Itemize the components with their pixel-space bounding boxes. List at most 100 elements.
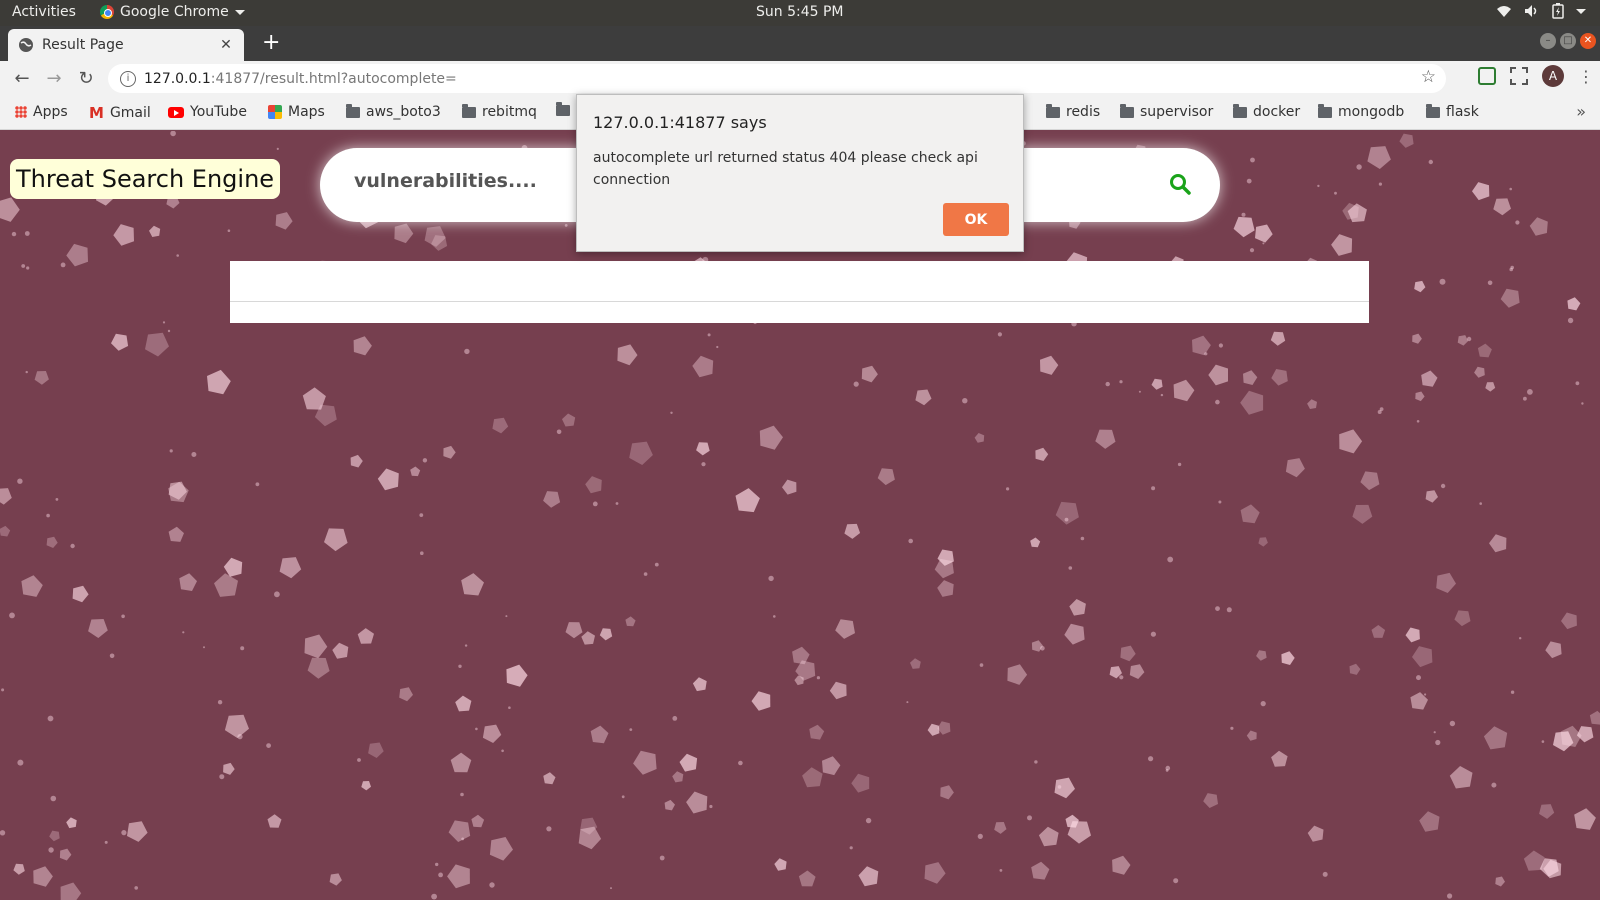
background-dot	[1218, 500, 1222, 504]
folder-icon	[462, 104, 476, 118]
background-pentagon	[1421, 370, 1438, 387]
menu-kebab-icon[interactable]: ⋮	[1578, 67, 1594, 86]
bookmark-redis[interactable]: redis	[1046, 104, 1100, 120]
background-dot	[17, 478, 23, 484]
background-dot	[1487, 280, 1493, 286]
bookmark-maps[interactable]: Maps	[268, 104, 325, 120]
tab-result-page[interactable]: Result Page ✕	[8, 29, 244, 61]
background-dot	[1435, 739, 1441, 746]
background-dot	[17, 759, 24, 766]
bookmark-youtube[interactable]: YouTube	[168, 104, 247, 120]
background-pentagon	[66, 243, 88, 267]
bookmark-gmail[interactable]: M Gmail	[89, 104, 151, 122]
background-pentagon	[565, 622, 583, 639]
address-bar[interactable]: i 127.0.0.1:41877/result.html?autocomple…	[108, 64, 1446, 93]
maximize-button[interactable]: □	[1560, 33, 1576, 49]
bookmark-apps[interactable]: Apps	[15, 104, 68, 120]
background-dot	[977, 833, 983, 840]
bookmark-label: rebitmq	[482, 104, 537, 120]
background-dot	[1416, 675, 1421, 681]
bookmark-mongodb[interactable]: mongodb	[1318, 104, 1404, 120]
background-dot	[1466, 336, 1472, 342]
background-pentagon	[1360, 471, 1380, 491]
background-pentagon	[1529, 217, 1548, 236]
background-pentagon	[915, 389, 932, 406]
minimize-button[interactable]: –	[1540, 33, 1556, 49]
bookmark-supervisor[interactable]: supervisor	[1120, 104, 1213, 120]
reload-button[interactable]: ↻	[70, 68, 102, 89]
background-dot	[1150, 631, 1156, 637]
background-pentagon	[543, 491, 561, 508]
forward-button[interactable]: →	[38, 68, 70, 89]
app-menu[interactable]: Google Chrome	[100, 4, 245, 20]
background-dot	[1378, 182, 1382, 186]
background-dot	[1428, 159, 1434, 165]
activities-button[interactable]: Activities	[12, 4, 76, 20]
background-dot	[670, 411, 673, 414]
background-dot	[1165, 765, 1171, 771]
more-bookmarks-icon[interactable]: »	[1576, 102, 1586, 121]
background-dot	[1226, 607, 1232, 613]
search-icon[interactable]	[1168, 172, 1192, 196]
background-pentagon	[1030, 537, 1041, 548]
folder-icon	[556, 102, 570, 116]
background-pentagon	[1352, 504, 1373, 524]
new-tab-button[interactable]: +	[262, 30, 280, 55]
background-pentagon	[1371, 625, 1386, 638]
bookmark-star-icon[interactable]: ☆	[1421, 67, 1436, 87]
bookmark-hidden-folder[interactable]	[556, 102, 570, 116]
search-input[interactable]: vulnerabilities....	[354, 170, 537, 192]
background-pentagon	[1545, 641, 1562, 659]
tab-close-icon[interactable]: ✕	[218, 37, 234, 53]
background-dot	[1575, 381, 1580, 386]
system-tray[interactable]	[1496, 3, 1586, 19]
background-dot	[1424, 693, 1427, 696]
background-dot	[1249, 248, 1255, 253]
background-pentagon	[1349, 663, 1361, 675]
background-pentagon	[927, 723, 940, 736]
background-dot	[1317, 184, 1320, 188]
background-dot	[475, 727, 478, 731]
extension-icon[interactable]	[1478, 67, 1496, 85]
folder-icon	[1120, 104, 1134, 118]
background-dot	[274, 591, 280, 598]
info-icon[interactable]: i	[120, 70, 136, 87]
background-pentagon	[46, 536, 58, 548]
ok-button[interactable]: OK	[943, 203, 1009, 236]
background-dot	[1416, 420, 1420, 423]
qr-extension-icon[interactable]	[1510, 67, 1528, 85]
background-pentagon	[0, 197, 20, 222]
background-pentagon	[543, 772, 556, 785]
background-pentagon	[1399, 133, 1414, 148]
bookmark-rebitmq[interactable]: rebitmq	[462, 104, 537, 120]
background-pentagon	[489, 837, 513, 861]
background-pentagon	[774, 858, 787, 871]
background-dot	[420, 551, 424, 555]
background-dot	[621, 795, 625, 799]
background-pentagon	[88, 619, 108, 638]
background-pentagon	[937, 580, 954, 597]
bookmark-aws-boto3[interactable]: aws_boto3	[346, 104, 441, 120]
close-window-button[interactable]: ✕	[1580, 33, 1596, 49]
background-pentagon	[33, 866, 53, 887]
bookmark-flask[interactable]: flask	[1426, 104, 1479, 120]
background-pentagon	[1031, 861, 1050, 880]
back-button[interactable]: ←	[6, 68, 38, 89]
background-dot	[1440, 483, 1446, 489]
app-menu-label: Google Chrome	[120, 4, 229, 20]
background-pentagon	[1412, 333, 1422, 344]
background-dot	[167, 329, 171, 333]
background-pentagon	[1208, 364, 1228, 386]
background-pentagon	[1483, 726, 1508, 750]
bookmark-docker[interactable]: docker	[1233, 104, 1300, 120]
background-pentagon	[267, 814, 282, 828]
background-pentagon	[851, 773, 870, 793]
background-pentagon	[974, 433, 985, 443]
background-pentagon	[1240, 390, 1264, 415]
background-dot	[431, 893, 437, 900]
clock[interactable]: Sun 5:45 PM	[756, 4, 844, 20]
background-pentagon	[223, 557, 243, 577]
background-dot	[1262, 242, 1265, 245]
profile-avatar[interactable]: A	[1542, 65, 1564, 87]
background-dot	[1177, 462, 1182, 467]
